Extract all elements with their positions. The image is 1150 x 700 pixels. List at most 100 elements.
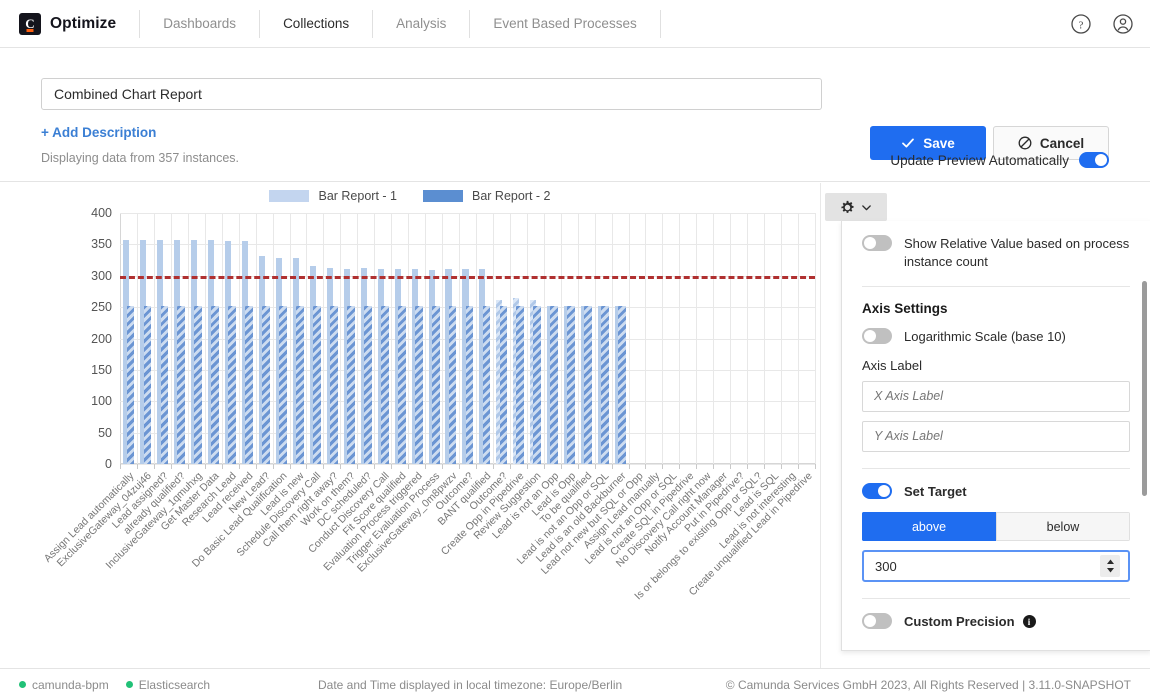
bar-series-2[interactable]: [279, 305, 287, 464]
x-axis-tick: [730, 464, 732, 469]
x-gridline: [391, 213, 393, 464]
connection-camunda-bpm: camunda-bpm: [19, 678, 109, 692]
bar-series-2[interactable]: [330, 305, 338, 464]
y-gridline: [120, 213, 815, 214]
x-axis-tick: [391, 464, 393, 469]
cancel-circle-icon: [1018, 136, 1032, 150]
custom-precision-label: Custom Precision: [904, 614, 1015, 630]
settings-dropdown-panel: Show Relative Value based on process ins…: [841, 221, 1150, 651]
bar-series-2[interactable]: [448, 305, 457, 464]
nav-item-dashboards[interactable]: Dashboards: [140, 10, 259, 38]
toggle-knob: [864, 237, 876, 249]
bar-series-2[interactable]: [482, 305, 491, 464]
x-axis-label-input[interactable]: [862, 380, 1130, 412]
relative-value-toggle[interactable]: [862, 235, 892, 251]
x-axis-tick: [238, 464, 240, 469]
bar-series-2[interactable]: [584, 305, 593, 464]
x-axis-tick: [577, 464, 579, 469]
x-gridline: [611, 213, 613, 464]
x-axis-tick: [764, 464, 766, 469]
bar-series-2[interactable]: [313, 305, 321, 464]
x-axis-tick: [645, 464, 647, 469]
bar-series-2[interactable]: [516, 305, 525, 464]
save-button-label: Save: [923, 135, 955, 151]
x-gridline: [747, 213, 749, 464]
target-value-stepper[interactable]: [1100, 555, 1120, 578]
target-mode-above-button[interactable]: above: [862, 512, 996, 542]
settings-scrollbar-thumb[interactable]: [1142, 281, 1147, 496]
stepper-down-icon: [1106, 568, 1114, 573]
x-axis-tick: [560, 464, 562, 469]
x-gridline: [238, 213, 240, 464]
bar-series-2[interactable]: [550, 305, 559, 464]
target-mode-segmented-control: above below: [862, 512, 1130, 542]
x-gridline: [560, 213, 562, 464]
brand-name: Optimize: [50, 14, 117, 32]
bar-series-2[interactable]: [618, 305, 626, 464]
toggle-knob: [878, 484, 890, 497]
camunda-logo-icon: C: [19, 12, 41, 35]
legend-item-series-2[interactable]: Bar Report - 2: [423, 189, 551, 203]
target-mode-below-button[interactable]: below: [996, 512, 1130, 542]
x-gridline: [170, 213, 172, 464]
update-preview-row: Update Preview Automatically: [890, 152, 1109, 168]
x-gridline: [323, 213, 325, 464]
x-gridline: [408, 213, 410, 464]
bar-series-2[interactable]: [346, 305, 355, 464]
bar-series-2[interactable]: [397, 305, 406, 464]
bar-series-2[interactable]: [431, 305, 440, 464]
nav-item-analysis[interactable]: Analysis: [373, 10, 469, 38]
bar-series-2[interactable]: [414, 305, 423, 464]
x-gridline: [662, 213, 664, 464]
x-gridline: [442, 213, 444, 464]
toggle-knob: [1095, 154, 1107, 166]
chart-settings-button[interactable]: [825, 193, 887, 221]
target-value-text: 300: [875, 558, 897, 574]
y-axis-label-input[interactable]: [862, 420, 1130, 452]
bar-series-2[interactable]: [194, 305, 203, 464]
x-axis-tick: [442, 464, 444, 469]
y-axis-tick-label: 50: [98, 425, 112, 440]
bar-series-2[interactable]: [160, 305, 169, 464]
bar-series-2[interactable]: [499, 305, 508, 464]
bar-series-2[interactable]: [296, 305, 304, 464]
add-description-link[interactable]: + Add Description: [41, 125, 156, 140]
bar-series-2[interactable]: [567, 305, 576, 464]
bar-series-2[interactable]: [228, 305, 237, 464]
x-gridline: [374, 213, 376, 464]
y-gridline: [120, 464, 815, 465]
brand-logo-area[interactable]: C Optimize: [0, 12, 117, 35]
bar-series-2[interactable]: [177, 305, 186, 464]
help-circle-icon[interactable]: ?: [1070, 13, 1092, 35]
y-axis-tick-label: 400: [91, 206, 112, 220]
bar-series-2[interactable]: [380, 305, 389, 464]
update-preview-toggle[interactable]: [1079, 152, 1109, 168]
bar-series-2[interactable]: [262, 305, 271, 464]
optimize-app: C Optimize Dashboards Collections Analys…: [0, 0, 1150, 700]
legend-item-series-1[interactable]: Bar Report - 1: [269, 189, 397, 203]
legend-label-series-2: Bar Report - 2: [472, 189, 551, 203]
nav-item-event-based-processes[interactable]: Event Based Processes: [470, 10, 659, 38]
x-axis-tick: [713, 464, 715, 469]
x-axis-tick: [628, 464, 630, 469]
y-axis-tick-label: 0: [105, 457, 112, 471]
bar-series-2[interactable]: [465, 305, 474, 464]
report-title-input[interactable]: [41, 78, 822, 110]
target-value-field[interactable]: 300: [862, 550, 1130, 583]
x-axis-tick: [425, 464, 427, 469]
bar-series-2[interactable]: [601, 305, 610, 464]
set-target-toggle[interactable]: [862, 482, 892, 499]
custom-precision-toggle[interactable]: [862, 613, 892, 630]
bar-series-2[interactable]: [143, 305, 152, 464]
connection-camunda-bpm-label: camunda-bpm: [32, 677, 109, 692]
bar-series-2[interactable]: [245, 305, 254, 464]
bar-series-2[interactable]: [211, 305, 220, 464]
nav-item-collections[interactable]: Collections: [260, 10, 372, 38]
bar-series-2[interactable]: [363, 305, 372, 464]
bar-series-2[interactable]: [533, 305, 542, 464]
log-scale-toggle[interactable]: [862, 328, 892, 345]
bar-series-2[interactable]: [126, 305, 135, 464]
user-avatar-icon[interactable]: [1112, 13, 1134, 35]
settings-scrollbar-track[interactable]: [1142, 281, 1147, 586]
info-icon[interactable]: i: [1022, 615, 1036, 629]
